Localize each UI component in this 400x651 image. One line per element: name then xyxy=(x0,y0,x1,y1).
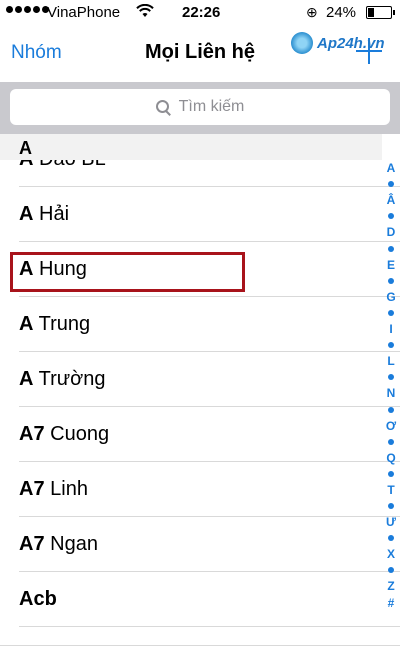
contact-row[interactable]: A Trường xyxy=(19,352,400,407)
index-letter[interactable]: Z xyxy=(387,578,394,594)
index-dot[interactable] xyxy=(388,503,394,510)
index-dot[interactable] xyxy=(388,535,394,542)
index-dot[interactable] xyxy=(388,374,394,381)
index-dot[interactable] xyxy=(388,406,394,413)
search-input[interactable]: Tìm kiếm xyxy=(10,89,390,125)
index-letter[interactable]: X xyxy=(387,546,395,562)
flower-logo-icon xyxy=(291,32,313,54)
signal-strength-icon xyxy=(6,6,49,13)
contact-name-rest: Ngan xyxy=(44,533,98,555)
contact-name: A7 Linh xyxy=(19,478,88,501)
status-bar: VinaPhone 22:26 ⊕ 24% xyxy=(0,0,400,26)
index-letter[interactable]: Â xyxy=(387,192,396,208)
index-letter[interactable]: Q xyxy=(386,450,395,466)
contact-name: A Trung xyxy=(19,313,90,336)
watermark-logo: Ap24h.vn xyxy=(291,30,400,56)
index-dot[interactable] xyxy=(388,309,394,316)
index-dot[interactable] xyxy=(388,342,394,349)
carrier-name: VinaPhone xyxy=(47,4,121,21)
contact-name-bold: A7 xyxy=(19,478,45,500)
contact-name-rest: Hải xyxy=(33,203,70,225)
wifi-icon xyxy=(136,4,154,17)
index-dot[interactable] xyxy=(388,213,394,220)
contact-name-bold: A xyxy=(19,313,34,335)
contact-name: A Hải xyxy=(19,203,69,226)
contact-name: Acb xyxy=(19,588,57,611)
status-time: 22:26 xyxy=(182,4,221,21)
index-dot[interactable] xyxy=(388,245,394,252)
contact-row[interactable]: A7 Ngan xyxy=(19,517,400,572)
index-dot[interactable] xyxy=(388,470,394,477)
battery-fill xyxy=(368,8,374,17)
contact-name: A Trường xyxy=(19,368,106,391)
contact-row[interactable]: A7 Cuong xyxy=(19,407,400,462)
search-placeholder: Tìm kiếm xyxy=(178,98,245,115)
battery-icon xyxy=(366,6,395,19)
contact-name-bold: A xyxy=(19,368,34,390)
contact-name-bold: A7 xyxy=(19,423,45,445)
contact-list[interactable]: A A Đảo BLA HảiA HungA TrungA TrườngA7 C… xyxy=(0,134,400,651)
search-area: Tìm kiếm xyxy=(0,82,400,134)
index-letter[interactable]: N xyxy=(387,385,396,401)
index-letter[interactable]: Ơ xyxy=(386,418,396,434)
index-dot[interactable] xyxy=(388,181,394,188)
contact-row[interactable]: A7 Linh xyxy=(19,462,400,517)
watermark-text: Ap24h.vn xyxy=(317,34,385,52)
index-letter[interactable]: L xyxy=(387,353,394,369)
index-letter[interactable]: A xyxy=(387,160,396,176)
contact-name-bold: A7 xyxy=(19,533,45,555)
contact-row[interactable]: A Hải xyxy=(19,187,400,242)
battery-percent: 24% xyxy=(326,4,357,21)
highlight-box xyxy=(10,252,245,292)
index-dot[interactable] xyxy=(388,438,394,445)
contact-name-rest: Cuong xyxy=(44,423,110,445)
contact-name-rest: Trung xyxy=(33,313,91,335)
contact-row[interactable]: Acb xyxy=(19,572,400,627)
index-dot[interactable] xyxy=(388,567,394,574)
index-letter[interactable]: T xyxy=(387,482,394,498)
contact-name-bold: A xyxy=(19,203,34,225)
contact-row[interactable]: A Trung xyxy=(19,297,400,352)
search-icon xyxy=(155,99,171,115)
section-index[interactable]: A Â D E G I L N Ơ Q T Ư X Z # xyxy=(382,160,400,630)
index-dot[interactable] xyxy=(388,277,394,284)
contact-name-rest: Linh xyxy=(44,478,88,500)
index-letter[interactable]: Ư xyxy=(386,514,396,530)
index-letter[interactable]: E xyxy=(387,257,395,273)
contact-name-rest: Trường xyxy=(33,368,106,390)
index-letter[interactable]: # xyxy=(388,595,395,611)
index-letter[interactable]: I xyxy=(389,321,392,337)
section-header: A xyxy=(0,134,382,160)
rotation-lock-icon: ⊕ xyxy=(306,4,318,20)
index-letter[interactable]: G xyxy=(386,289,395,305)
divider xyxy=(0,645,400,646)
contact-name-bold: Acb xyxy=(19,588,57,610)
contact-name: A7 Cuong xyxy=(19,423,109,446)
index-letter[interactable]: D xyxy=(387,224,396,240)
contact-name: A7 Ngan xyxy=(19,533,98,556)
